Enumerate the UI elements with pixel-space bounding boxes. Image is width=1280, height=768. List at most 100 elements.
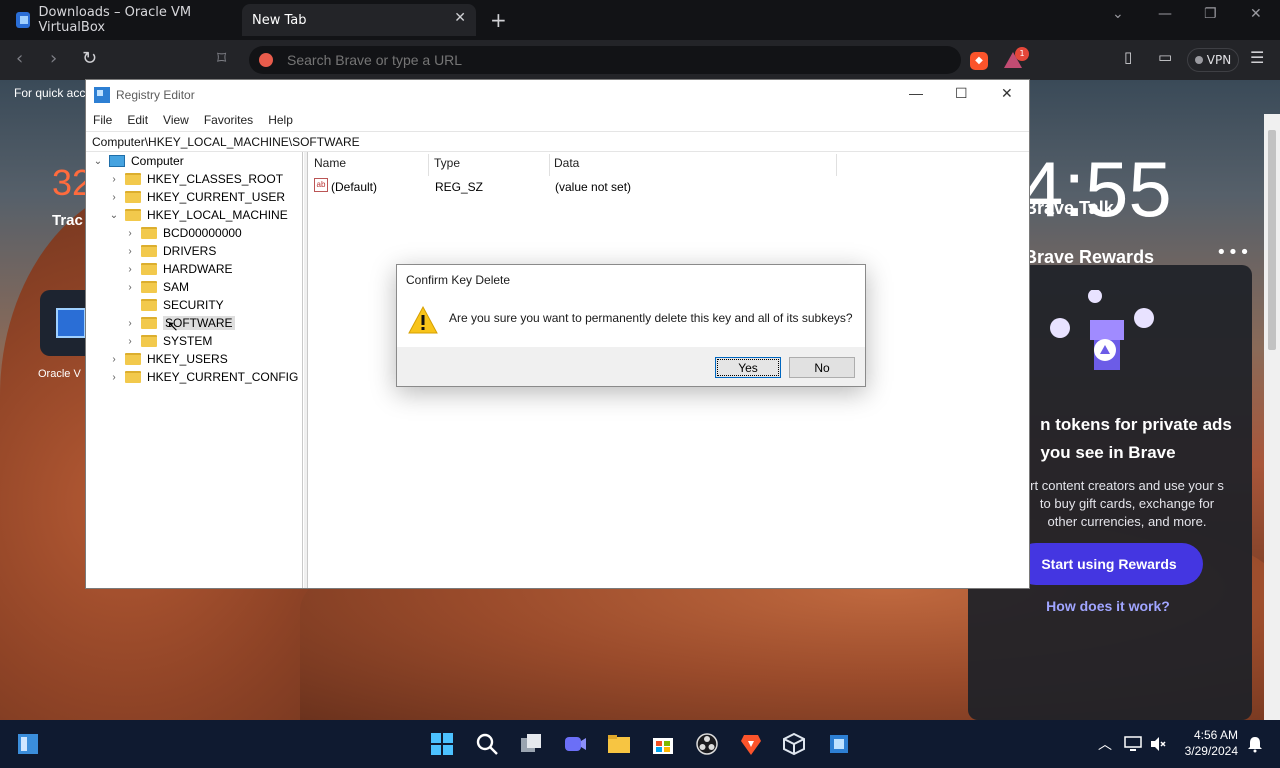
column-header-data[interactable]: Data [554, 156, 579, 174]
tree-item-sam[interactable]: › SAM [125, 278, 189, 296]
brave-talk-title[interactable]: Brave Talk [1024, 198, 1114, 219]
close-icon[interactable]: ✕ [1001, 85, 1013, 102]
start-icon[interactable] [430, 732, 454, 756]
teams-chat-icon[interactable] [563, 732, 587, 756]
vpn-button[interactable]: VPN [1187, 48, 1239, 72]
expand-icon[interactable]: › [109, 192, 119, 203]
obs-icon[interactable] [695, 732, 719, 756]
folder-icon [141, 227, 157, 239]
tree-item-hkey-classes-root[interactable]: › HKEY_CLASSES_ROOT [109, 170, 283, 188]
folder-icon [141, 263, 157, 275]
tree-item-label: HKEY_USERS [147, 352, 228, 366]
expand-icon[interactable]: › [125, 282, 135, 293]
column-header-type[interactable]: Type [434, 156, 460, 174]
file-explorer-icon[interactable] [607, 732, 631, 756]
tree-item-computer[interactable]: ⌄ Computer [93, 152, 184, 170]
collapse-icon[interactable]: ⌄ [93, 156, 103, 167]
tree-item-hkey-current-config[interactable]: › HKEY_CURRENT_CONFIG [109, 368, 298, 386]
network-icon[interactable] [1124, 735, 1142, 753]
no-button[interactable]: No [789, 357, 855, 378]
menu-view[interactable]: View [163, 113, 189, 127]
menu-bar: File Edit View Favorites Help [86, 109, 1029, 131]
rewards-headline-2: you see in Brave [1040, 443, 1176, 462]
expand-icon[interactable]: › [125, 246, 135, 257]
registry-editor-taskbar-icon[interactable] [827, 732, 851, 756]
expand-icon[interactable]: › [125, 264, 135, 275]
reload-icon[interactable]: ↻ [82, 48, 97, 69]
pane-splitter[interactable] [304, 152, 308, 588]
restore-icon[interactable]: ❐ [1204, 6, 1217, 22]
wallet-icon[interactable]: ▭ [1158, 48, 1172, 66]
search-icon[interactable] [475, 732, 499, 756]
expand-icon[interactable]: › [109, 372, 119, 383]
ntp-clock: 4:55 [1020, 145, 1172, 233]
tab-search-icon[interactable]: ⌄ [1112, 6, 1124, 22]
virtualbox-icon[interactable] [782, 732, 806, 756]
tree-item-label: SECURITY [163, 298, 224, 312]
bookmark-hint: For quick acc [14, 86, 86, 100]
how-does-it-work-link[interactable]: How does it work? [1030, 598, 1186, 614]
url-input[interactable] [287, 52, 887, 68]
task-view-icon[interactable] [519, 732, 543, 756]
tree-item-label: HKEY_CURRENT_CONFIG [147, 370, 299, 384]
tree-item-bcd[interactable]: › BCD00000000 [125, 224, 241, 242]
tab-new-tab[interactable]: New Tab ✕ [242, 4, 476, 36]
close-window-icon[interactable]: ✕ [1250, 6, 1262, 22]
tree-item-hkey-users[interactable]: › HKEY_USERS [109, 350, 228, 368]
close-tab-icon[interactable]: ✕ [454, 10, 466, 26]
tab-label: New Tab [252, 12, 307, 28]
key-tree-pane: ⌄ Computer › HKEY_CLASSES_ROOT › HKEY_CU… [87, 152, 303, 588]
tree-item-hardware[interactable]: › HARDWARE [125, 260, 232, 278]
expand-icon[interactable]: › [125, 318, 135, 329]
tree-item-software[interactable]: › SOFTWARE [125, 314, 235, 332]
expand-icon[interactable]: › [125, 336, 135, 347]
tree-item-label: HKEY_LOCAL_MACHINE [147, 208, 288, 222]
minimize-icon[interactable]: — [909, 85, 923, 101]
address-bar[interactable]: Computer\HKEY_LOCAL_MACHINE\SOFTWARE [86, 131, 1029, 152]
minimize-icon[interactable]: — [1158, 6, 1172, 22]
menu-icon[interactable]: ☰ [1250, 48, 1264, 67]
yes-button[interactable]: Yes [715, 357, 781, 378]
notifications-icon[interactable] [1246, 735, 1264, 753]
taskbar-time[interactable]: 4:56 AM [1178, 728, 1238, 742]
menu-help[interactable]: Help [268, 113, 293, 127]
expand-icon[interactable]: › [109, 174, 119, 185]
maximize-icon[interactable]: ☐ [955, 85, 968, 102]
show-hidden-icons-icon[interactable]: ︿ [1098, 734, 1112, 754]
expand-icon[interactable]: › [109, 354, 119, 365]
microsoft-store-icon[interactable] [651, 732, 675, 756]
address-bar[interactable] [249, 46, 961, 74]
tree-item-hkey-current-user[interactable]: › HKEY_CURRENT_USER [109, 188, 285, 206]
sidebar-icon[interactable]: ▯ [1124, 48, 1132, 66]
more-options-icon[interactable]: ••• [1216, 242, 1251, 263]
back-icon[interactable]: ‹ [16, 48, 23, 69]
menu-edit[interactable]: Edit [127, 113, 148, 127]
new-tab-button[interactable]: + [490, 8, 507, 32]
taskbar-date[interactable]: 3/29/2024 [1168, 744, 1238, 758]
folder-icon [125, 191, 141, 203]
widgets-icon[interactable] [16, 732, 40, 756]
folder-icon [141, 281, 157, 293]
collapse-icon[interactable]: ⌄ [109, 210, 119, 221]
tree-item-hkey-local-machine[interactable]: ⌄ HKEY_LOCAL_MACHINE [109, 206, 288, 224]
menu-favorites[interactable]: Favorites [204, 113, 253, 127]
volume-muted-icon[interactable] [1149, 735, 1167, 753]
brave-shields-icon[interactable]: ◆ [970, 52, 988, 70]
brave-browser-icon[interactable] [739, 732, 763, 756]
column-header-name[interactable]: Name [314, 156, 346, 174]
registry-editor-titlebar[interactable]: Registry Editor — ☐ ✕ [86, 80, 1029, 109]
bookmark-icon[interactable]: ⌑ [217, 48, 226, 69]
menu-file[interactable]: File [93, 113, 112, 127]
scrollbar-thumb[interactable] [1268, 130, 1276, 350]
brave-rewards-title: Brave Rewards [1024, 247, 1155, 267]
rewards-badge: 1 [1015, 47, 1029, 61]
tree-item-security[interactable]: SECURITY [125, 296, 224, 314]
tree-item-drivers[interactable]: › DRIVERS [125, 242, 216, 260]
folder-icon [141, 299, 157, 311]
start-using-rewards-button[interactable]: Start using Rewards [1015, 543, 1203, 585]
forward-icon[interactable]: › [50, 48, 57, 69]
dialog-title[interactable]: Confirm Key Delete [397, 265, 865, 294]
tab-virtualbox-downloads[interactable]: Downloads – Oracle VM VirtualBox [4, 4, 240, 36]
expand-icon[interactable]: › [125, 228, 135, 239]
tree-item-label: HKEY_CLASSES_ROOT [147, 172, 284, 186]
